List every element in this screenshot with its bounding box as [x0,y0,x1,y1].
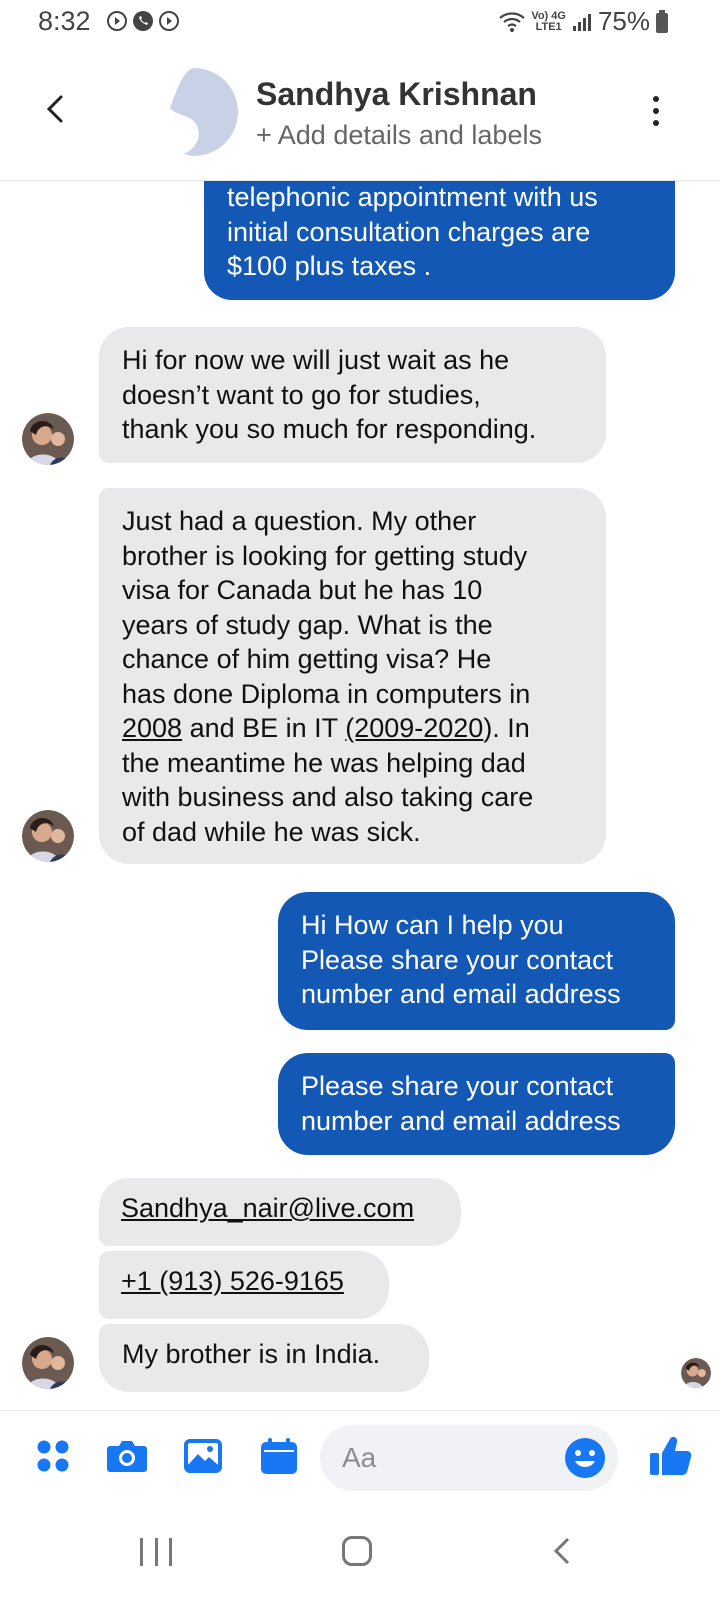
thumbs-up-icon[interactable] [648,1433,694,1479]
gallery-button[interactable] [182,1435,224,1477]
avatar-photo-icon [22,810,74,862]
message-input[interactable]: Aa [320,1425,618,1491]
message-outgoing[interactable]: Hi How can I help you Please share your … [278,892,675,1030]
back-icon[interactable] [548,1536,578,1566]
emoji-icon[interactable] [564,1437,606,1479]
message-line: number and email address [301,1105,621,1136]
message-line: telephonic appointment with us [227,182,598,212]
message-line: with business and also taking care [122,782,534,812]
camera-icon [107,1441,147,1472]
menu-button[interactable] [32,1435,74,1477]
message-incoming[interactable]: Sandhya_nair@live.com [99,1178,461,1246]
menu-grid-icon [37,1440,69,1472]
message-fragment: ). In [483,713,530,743]
bar [154,1538,158,1566]
dot [653,108,659,114]
bar [169,1538,172,1566]
date-range-link[interactable]: (2009-2020 [345,713,483,743]
network-line1: Vo) 4G [531,9,566,22]
bar [140,1538,143,1566]
camera-button[interactable] [106,1435,148,1477]
status-time: 8:32 [38,6,91,36]
seen-indicator-avatar [681,1358,711,1388]
message-line: 2008 and BE in IT (2009-2020). In [122,711,584,746]
sender-avatar[interactable] [22,1337,74,1389]
message-line: Hi How can I help you [301,910,564,940]
composer-bar: Aa [0,1410,720,1501]
message-incoming[interactable]: +1 (913) 526-9165 [99,1251,389,1319]
status-bar: 8:32 Vo) 4G LTE1 75% [0,0,720,46]
signal-icon [572,13,591,31]
message-line: Hi for now we will just wait as he [122,345,510,375]
message-line: chance of him getting visa? He [122,644,492,674]
battery-icon [656,9,668,33]
message-line: thank you so much for responding. [122,414,537,444]
phone-notification-icon [133,11,153,31]
system-nav-bar [0,1500,720,1600]
message-line: number and email address [301,979,621,1009]
message-incoming[interactable]: Just had a question. My other brother is… [99,488,606,864]
message-incoming[interactable]: Hi for now we will just wait as he doesn… [99,327,606,463]
sender-avatar[interactable] [22,413,74,465]
message-line: of dad while he was sick. [122,816,421,847]
message-line: $100 plus taxes . [227,251,432,281]
status-right-group: Vo) 4G LTE1 75% [499,6,668,37]
contact-name[interactable]: Sandhya Krishnan [256,76,537,113]
contact-avatar[interactable] [150,68,238,156]
sender-avatar[interactable] [22,810,74,862]
network-line2: LTE1 [535,20,562,33]
avatar-photo-icon [22,413,74,465]
wifi-icon [499,11,526,32]
gallery-icon [184,1439,222,1473]
home-icon[interactable] [342,1536,372,1566]
message-line: Please share your contact [301,1071,614,1101]
calendar-button[interactable] [258,1435,300,1477]
avatar-photo-icon [681,1358,711,1388]
message-list[interactable]: telephonic appointment with us initial c… [0,180,720,1410]
message-line: initial consultation charges are [227,216,591,247]
add-details-link[interactable]: + Add details and labels [256,120,542,151]
message-outgoing[interactable]: Please share your contact number and ema… [278,1053,675,1155]
back-arrow-icon [46,95,63,123]
message-line: the meantime he was helping dad [122,747,526,778]
date-link[interactable]: 2008 [122,713,182,743]
message-input-placeholder: Aa [342,1442,377,1473]
play-notification-icon-2 [159,11,179,31]
recents-icon[interactable] [140,1538,172,1566]
message-line: doesn’t want to go for studies, [122,379,481,410]
conversation-header: Sandhya Krishnan + Add details and label… [0,46,720,181]
message-line: Just had a question. My other [122,506,477,536]
more-options-button[interactable] [648,96,664,126]
phone-link[interactable]: +1 (913) 526-9165 [121,1264,367,1299]
message-line: visa for Canada but he has 10 [122,575,483,605]
email-link[interactable]: Sandhya_nair@live.com [121,1191,439,1226]
message-incoming[interactable]: My brother is in India. [99,1324,429,1392]
status-notification-icons [106,10,180,32]
message-line: has done Diploma in computers in [122,678,531,709]
play-notification-icon [107,11,127,31]
calendar-icon [261,1438,297,1474]
network-type: Vo) 4G LTE1 [531,9,566,33]
message-line: years of study gap. What is the [122,609,493,640]
back-button[interactable] [38,92,72,126]
message-outgoing[interactable]: telephonic appointment with us initial c… [204,180,675,300]
message-line: brother is looking for getting study [122,540,528,571]
dot [653,120,659,126]
avatar-photo-icon [22,1337,74,1389]
message-line: My brother is in India. [122,1339,381,1369]
avatar-placeholder-icon [150,68,238,156]
dot [653,96,659,102]
battery-percent: 75% [597,6,650,36]
message-fragment: and BE in IT [182,713,346,743]
message-line: Please share your contact [301,944,614,975]
